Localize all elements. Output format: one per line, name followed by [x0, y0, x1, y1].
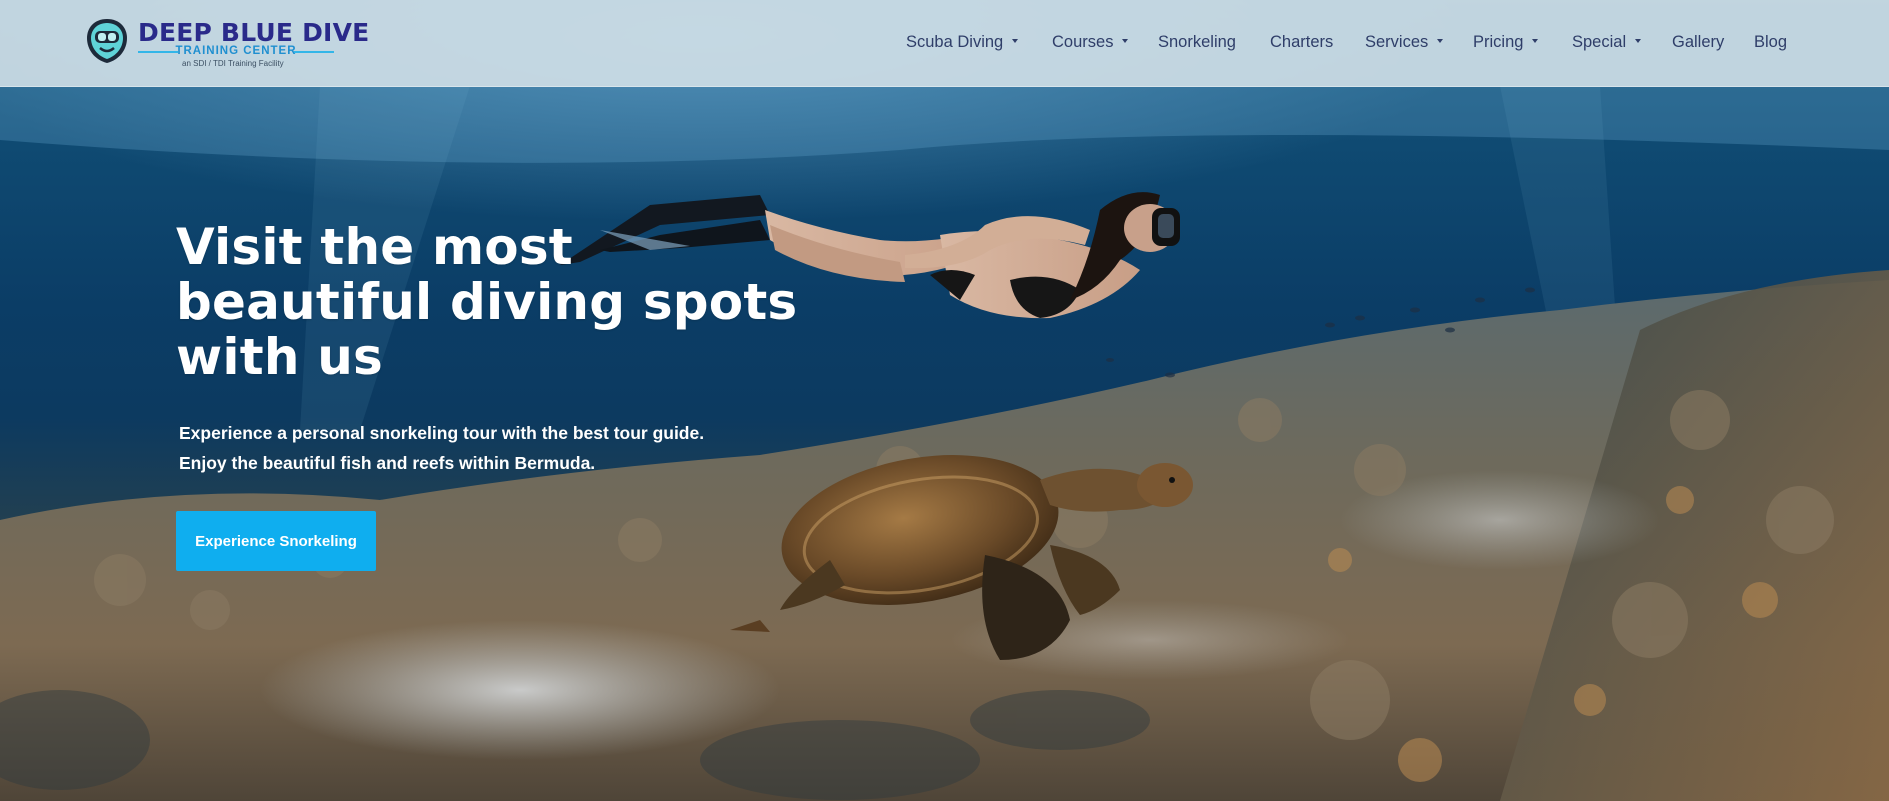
hero-title-line: Visit the most [176, 218, 573, 276]
nav-item-pricing[interactable]: Pricing [1473, 30, 1539, 54]
hero-title-line: beautiful diving spots [176, 273, 798, 331]
site-header: DEEP BLUE DIVE TRAINING CENTER an SDI / … [0, 0, 1889, 87]
nav-label: Charters [1270, 33, 1334, 51]
nav-item-blog[interactable]: Blog [1754, 30, 1787, 54]
underwater-scene-image [0, 86, 1889, 801]
hero-background [0, 0, 1889, 801]
experience-snorkeling-button[interactable]: Experience Snorkeling [176, 511, 376, 571]
nav-label: Gallery [1672, 33, 1725, 51]
nav-item-special[interactable]: Special [1572, 30, 1642, 54]
nav-item-gallery[interactable]: Gallery [1672, 30, 1724, 54]
nav-label: Scuba Diving [906, 33, 1004, 51]
caret-down-icon [1532, 38, 1539, 43]
nav-item-snorkeling[interactable]: Snorkeling [1158, 30, 1236, 54]
hero-title: Visit the most beautiful diving spots wi… [176, 220, 816, 385]
nav-item-services[interactable]: Services [1365, 30, 1444, 54]
hero-description-line: Enjoy the beautiful fish and reefs withi… [179, 453, 596, 473]
caret-down-icon [1012, 38, 1019, 43]
caret-down-icon [1437, 38, 1444, 43]
nav-item-scuba-diving[interactable]: Scuba Diving [906, 30, 1019, 54]
hero-title-line: with us [176, 328, 383, 386]
nav-label: Courses [1052, 33, 1114, 51]
nav-label: Blog [1754, 33, 1788, 51]
hero-description-line: Experience a personal snorkeling tour wi… [179, 423, 705, 443]
nav-label: Services [1365, 33, 1429, 51]
nav-label: Snorkeling [1158, 33, 1236, 51]
nav-label: Pricing [1473, 33, 1524, 51]
hero-description: Experience a personal snorkeling tour wi… [179, 418, 879, 478]
nav-item-courses[interactable]: Courses [1052, 30, 1129, 54]
nav-item-charters[interactable]: Charters [1270, 30, 1333, 54]
brand-tagline: an SDI / TDI Training Facility [182, 59, 284, 68]
nav-label: Special [1572, 33, 1627, 51]
caret-down-icon [1122, 38, 1129, 43]
main-navigation: Scuba Diving Courses Snorkeling Charters… [0, 30, 1889, 54]
caret-down-icon [1635, 38, 1642, 43]
